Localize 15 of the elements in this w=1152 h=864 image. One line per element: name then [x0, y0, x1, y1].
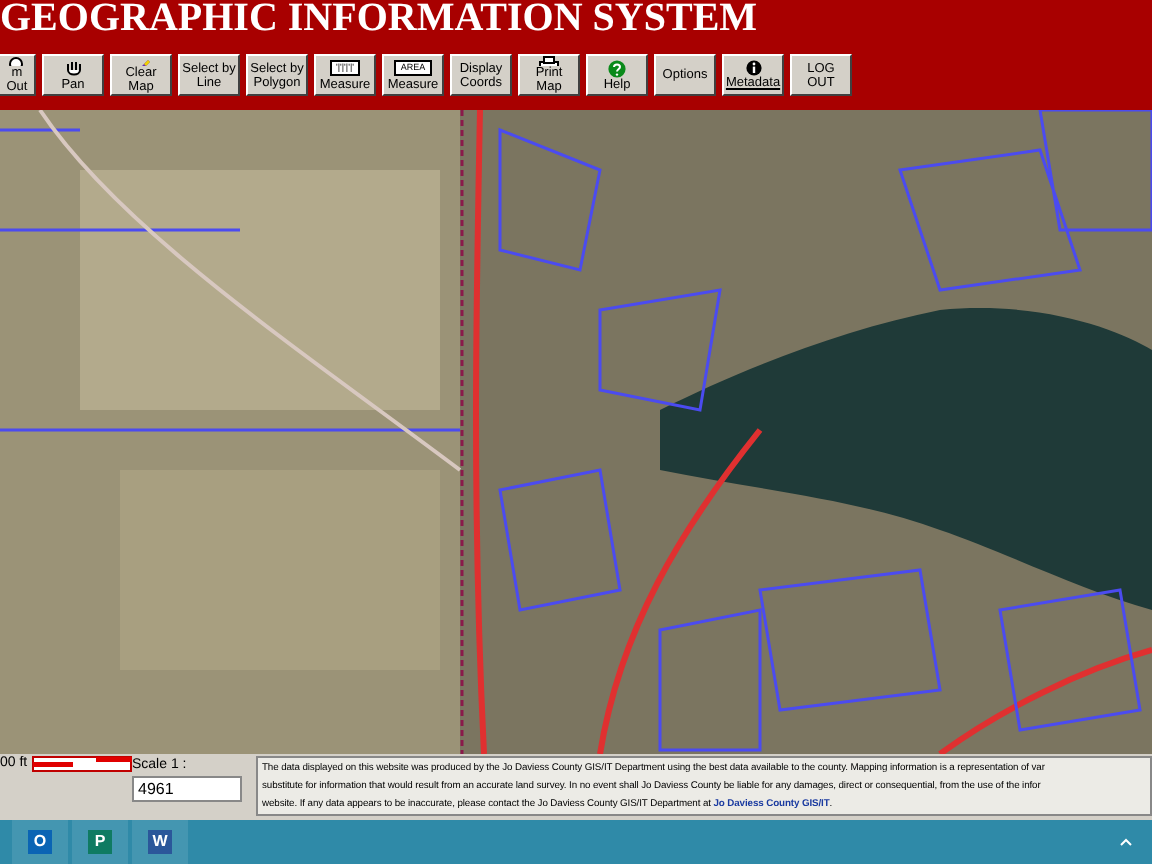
app-title: GEOGRAPHIC INFORMATION SYSTEM [0, 0, 758, 42]
scale-bar-icon [31, 756, 132, 772]
app-icon: W [148, 830, 172, 854]
taskbar-app-button[interactable]: O [12, 820, 68, 864]
tray-chevron-icon[interactable] [1120, 838, 1132, 846]
app-icon: P [88, 830, 112, 854]
info-icon [745, 60, 761, 76]
aerial-map[interactable] [0, 110, 1152, 754]
scale-input[interactable]: 4961 [132, 776, 242, 802]
printer-icon [538, 56, 560, 66]
hand-icon [63, 59, 83, 77]
taskbar-app-button[interactable]: W [132, 820, 188, 864]
taskbar-app-button[interactable]: P [72, 820, 128, 864]
help-icon [608, 59, 626, 77]
app-icon: O [28, 830, 52, 854]
